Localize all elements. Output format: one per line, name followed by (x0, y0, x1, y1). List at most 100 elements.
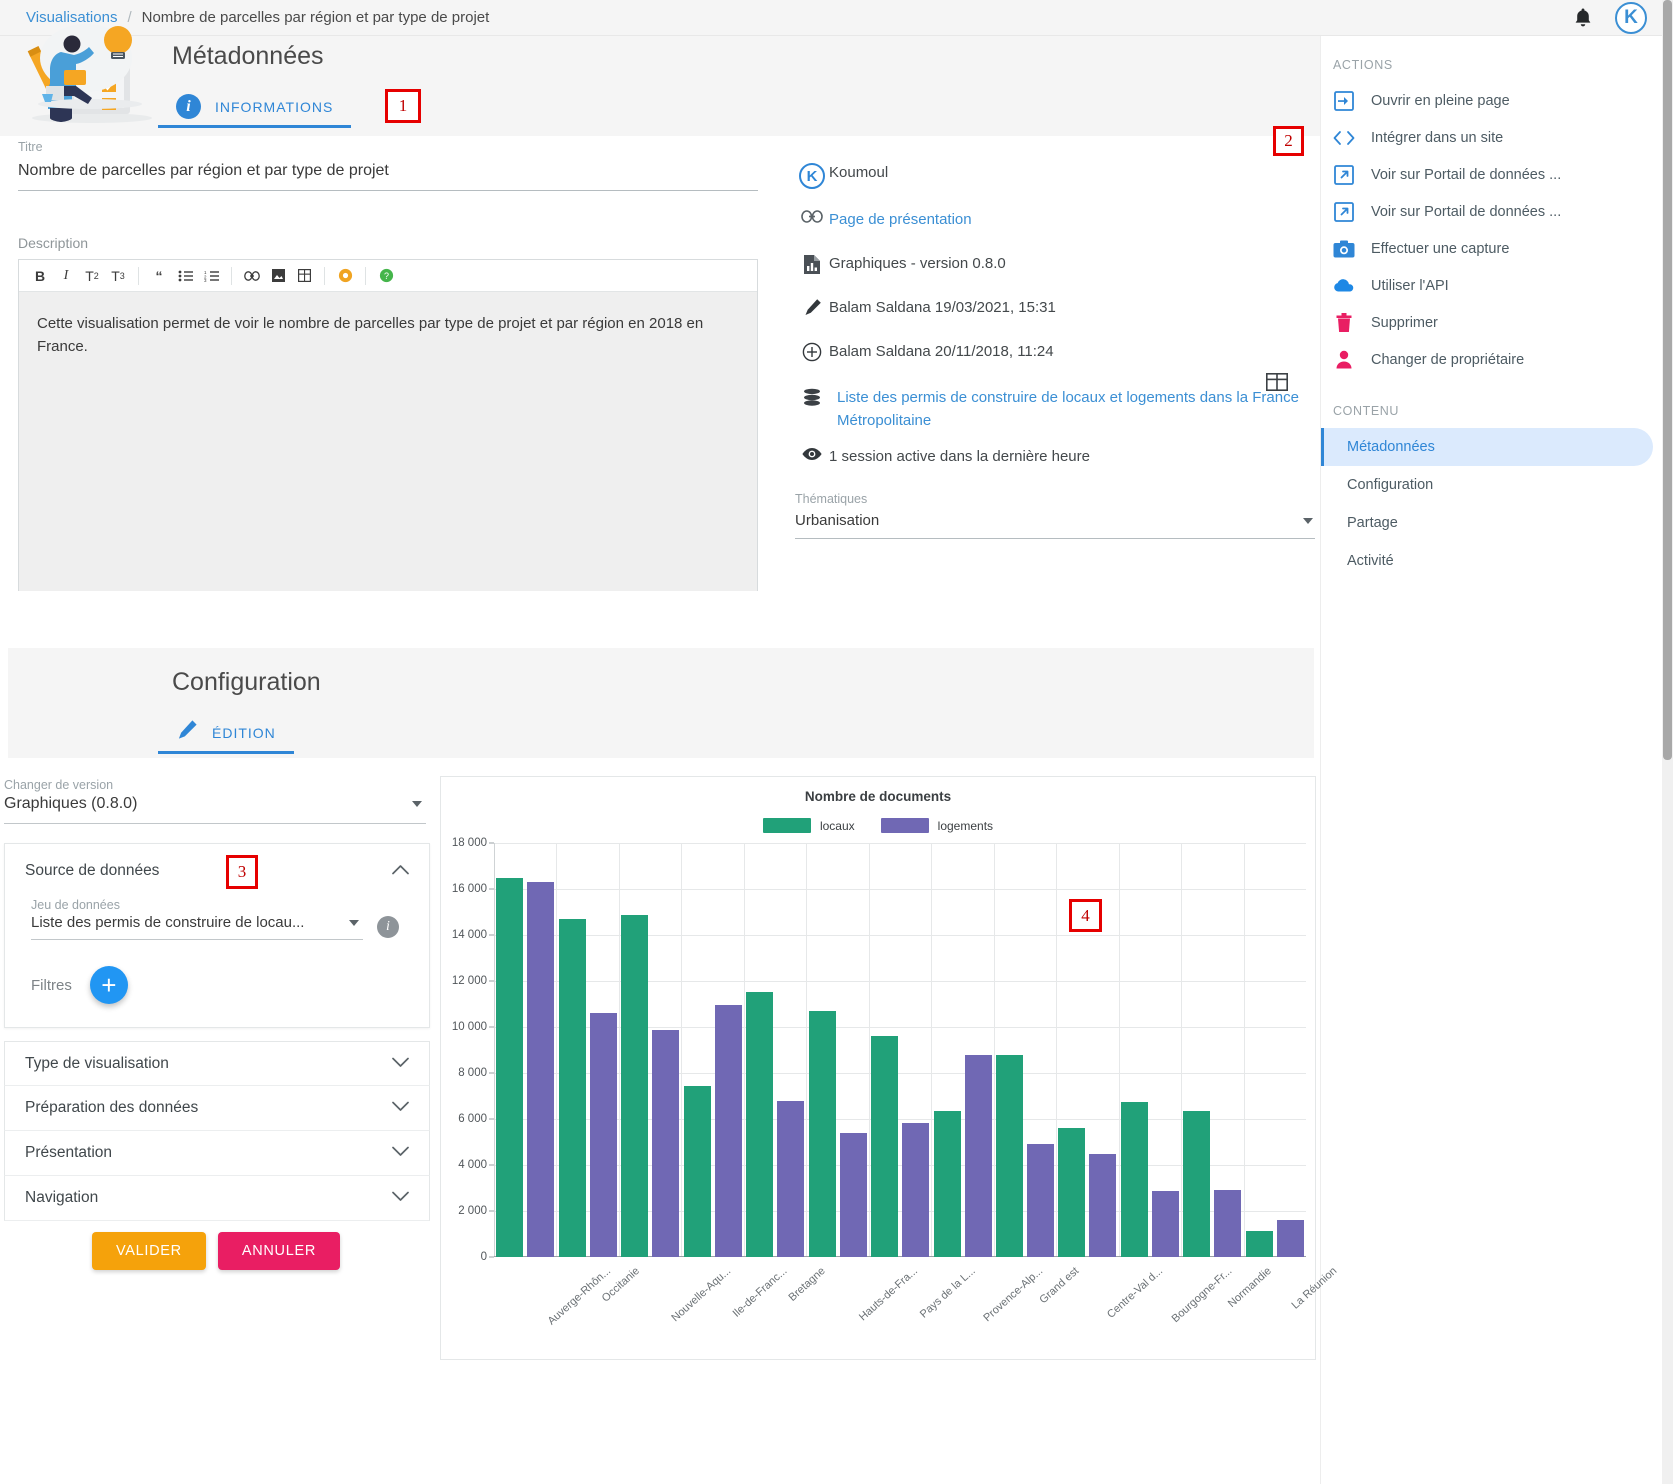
heading2-icon[interactable]: T2 (79, 263, 105, 289)
topbar-actions: K (1573, 1, 1673, 34)
meta-row-presentation[interactable]: Page de présentation (795, 209, 1315, 233)
bullet-list-icon[interactable] (172, 263, 198, 289)
annuler-button[interactable]: ANNULER (217, 1232, 341, 1270)
sidebar-action-supprimer[interactable]: Supprimer (1321, 304, 1673, 341)
valider-button[interactable]: VALIDER (91, 1232, 206, 1270)
bar[interactable] (1183, 1110, 1211, 1257)
sidebar-action-changer-proprietaire[interactable]: Changer de propriétaire (1321, 341, 1673, 378)
bar[interactable] (558, 918, 586, 1257)
accordion-label: Navigation (25, 1189, 99, 1206)
bar[interactable] (1026, 1144, 1054, 1257)
bar[interactable] (964, 1054, 992, 1257)
avatar[interactable]: K (1615, 1, 1647, 34)
link-icon (795, 209, 829, 223)
bar[interactable] (871, 1035, 899, 1257)
sidebar-item-configuration[interactable]: Configuration (1321, 466, 1673, 504)
accordion-navigation[interactable]: Navigation (4, 1176, 430, 1221)
bar[interactable] (621, 915, 649, 1257)
description-text[interactable]: Cette visualisation permet de voir le no… (19, 292, 757, 591)
heading3-icon[interactable]: T3 (105, 263, 131, 289)
accordion-preparation-des-donnees[interactable]: Préparation des données (4, 1086, 430, 1131)
bar[interactable] (808, 1011, 836, 1257)
bar[interactable] (777, 1100, 805, 1257)
plus-circle-icon (795, 341, 829, 362)
page-title: Métadonnées (172, 42, 324, 70)
accordion-presentation[interactable]: Présentation (4, 1131, 430, 1176)
titre-input[interactable] (18, 158, 758, 191)
bar[interactable] (839, 1132, 867, 1257)
legend-item-locaux[interactable]: locaux (762, 818, 855, 833)
x-axis-tick-label: Grand est (1037, 1265, 1082, 1307)
sidebar-action-ouvrir-pleine-page[interactable]: Ouvrir en pleine page (1321, 82, 1673, 119)
table-icon[interactable] (291, 263, 317, 289)
bar[interactable] (1276, 1220, 1304, 1257)
bar[interactable] (589, 1013, 617, 1257)
meta-row-version: Graphiques - version 0.8.0 (795, 253, 1315, 277)
bar[interactable] (527, 881, 555, 1257)
source-de-donnees-header[interactable]: Source de données (5, 844, 429, 898)
bar[interactable] (1214, 1190, 1242, 1257)
image-icon[interactable] (265, 263, 291, 289)
sidebar-action-label: Supprimer (1371, 314, 1438, 331)
bar[interactable] (995, 1054, 1023, 1257)
italic-icon[interactable]: I (53, 263, 79, 289)
x-axis-tick-label: Centre-Val d... (1105, 1265, 1166, 1321)
bold-icon[interactable]: B (27, 263, 53, 289)
meta-presentation-link[interactable]: Page de présentation (829, 209, 972, 232)
bar[interactable] (683, 1086, 711, 1257)
dataset-table-icon[interactable] (1266, 373, 1288, 396)
bar[interactable] (1058, 1128, 1086, 1257)
quote-icon[interactable]: “ (146, 263, 172, 289)
thematiques-select[interactable]: Urbanisation (795, 506, 1315, 539)
sidebar-item-label: Métadonnées (1347, 439, 1435, 455)
bar[interactable] (933, 1110, 961, 1257)
bar[interactable] (652, 1030, 680, 1257)
meta-dataset-link[interactable]: Liste des permis de construire de locaux… (829, 387, 1315, 432)
bar[interactable] (496, 877, 524, 1257)
meta-row-sessions: 1 session active dans la dernière heure (795, 446, 1315, 470)
tab-edition[interactable]: ÉDITION (158, 714, 294, 754)
tab-informations-label: INFORMATIONS (215, 98, 334, 115)
sidebar-action-utiliser-api[interactable]: Utiliser l'API (1321, 267, 1673, 304)
svg-text:3: 3 (204, 278, 207, 282)
link-icon[interactable] (239, 263, 265, 289)
actions-group-title: ACTIONS (1333, 58, 1393, 72)
preview-icon[interactable] (332, 263, 358, 289)
eye-icon (795, 446, 829, 461)
metadata-form: Titre Description B I T2 T3 “ 123 (0, 140, 780, 591)
bar[interactable] (714, 1005, 742, 1257)
sidebar-item-label: Partage (1347, 515, 1398, 531)
sidebar-action-voir-portail-2[interactable]: Voir sur Portail de données ... (1321, 193, 1673, 230)
bar[interactable] (1120, 1101, 1148, 1257)
sidebar-action-voir-portail-1[interactable]: Voir sur Portail de données ... (1321, 156, 1673, 193)
legend-swatch (762, 818, 811, 833)
sidebar-action-label: Voir sur Portail de données ... (1371, 166, 1562, 183)
sidebar-item-activite[interactable]: Activité (1321, 542, 1673, 580)
bar[interactable] (1151, 1191, 1179, 1257)
bar[interactable] (902, 1122, 930, 1257)
sidebar-item-metadonnees[interactable]: Métadonnées (1321, 428, 1653, 466)
help-icon[interactable]: ? (373, 263, 399, 289)
bell-icon[interactable] (1573, 7, 1593, 29)
bar[interactable] (746, 991, 774, 1257)
meta-owner-text: Koumoul (829, 164, 889, 181)
info-icon[interactable]: i (377, 916, 399, 938)
legend-item-logements[interactable]: logements (880, 818, 993, 833)
accordion-type-de-visualisation[interactable]: Type de visualisation (4, 1041, 430, 1086)
accordion-label: Type de visualisation (25, 1054, 169, 1072)
add-filter-button[interactable]: + (89, 966, 128, 1004)
version-select[interactable]: Graphiques (0.8.0) (4, 795, 426, 824)
sidebar-item-partage[interactable]: Partage (1321, 504, 1673, 542)
sidebar-action-effectuer-capture[interactable]: Effectuer une capture (1321, 230, 1673, 267)
page-scrollbar[interactable] (1662, 0, 1673, 1484)
scrollbar-thumb[interactable] (1663, 0, 1672, 760)
meta-row-dataset[interactable]: Liste des permis de construire de locaux… (795, 387, 1315, 432)
sidebar-action-integrer-site[interactable]: Intégrer dans un site (1321, 119, 1673, 156)
tab-informations[interactable]: i INFORMATIONS (158, 88, 352, 128)
bar[interactable] (1245, 1230, 1273, 1257)
contenu-group-title: CONTENU (1333, 404, 1400, 418)
bar[interactable] (1089, 1153, 1117, 1257)
chevron-down-icon (392, 1099, 409, 1117)
numbered-list-icon[interactable]: 123 (198, 263, 224, 289)
jeu-de-donnees-select[interactable]: Liste des permis de construire de locau.… (31, 914, 363, 940)
